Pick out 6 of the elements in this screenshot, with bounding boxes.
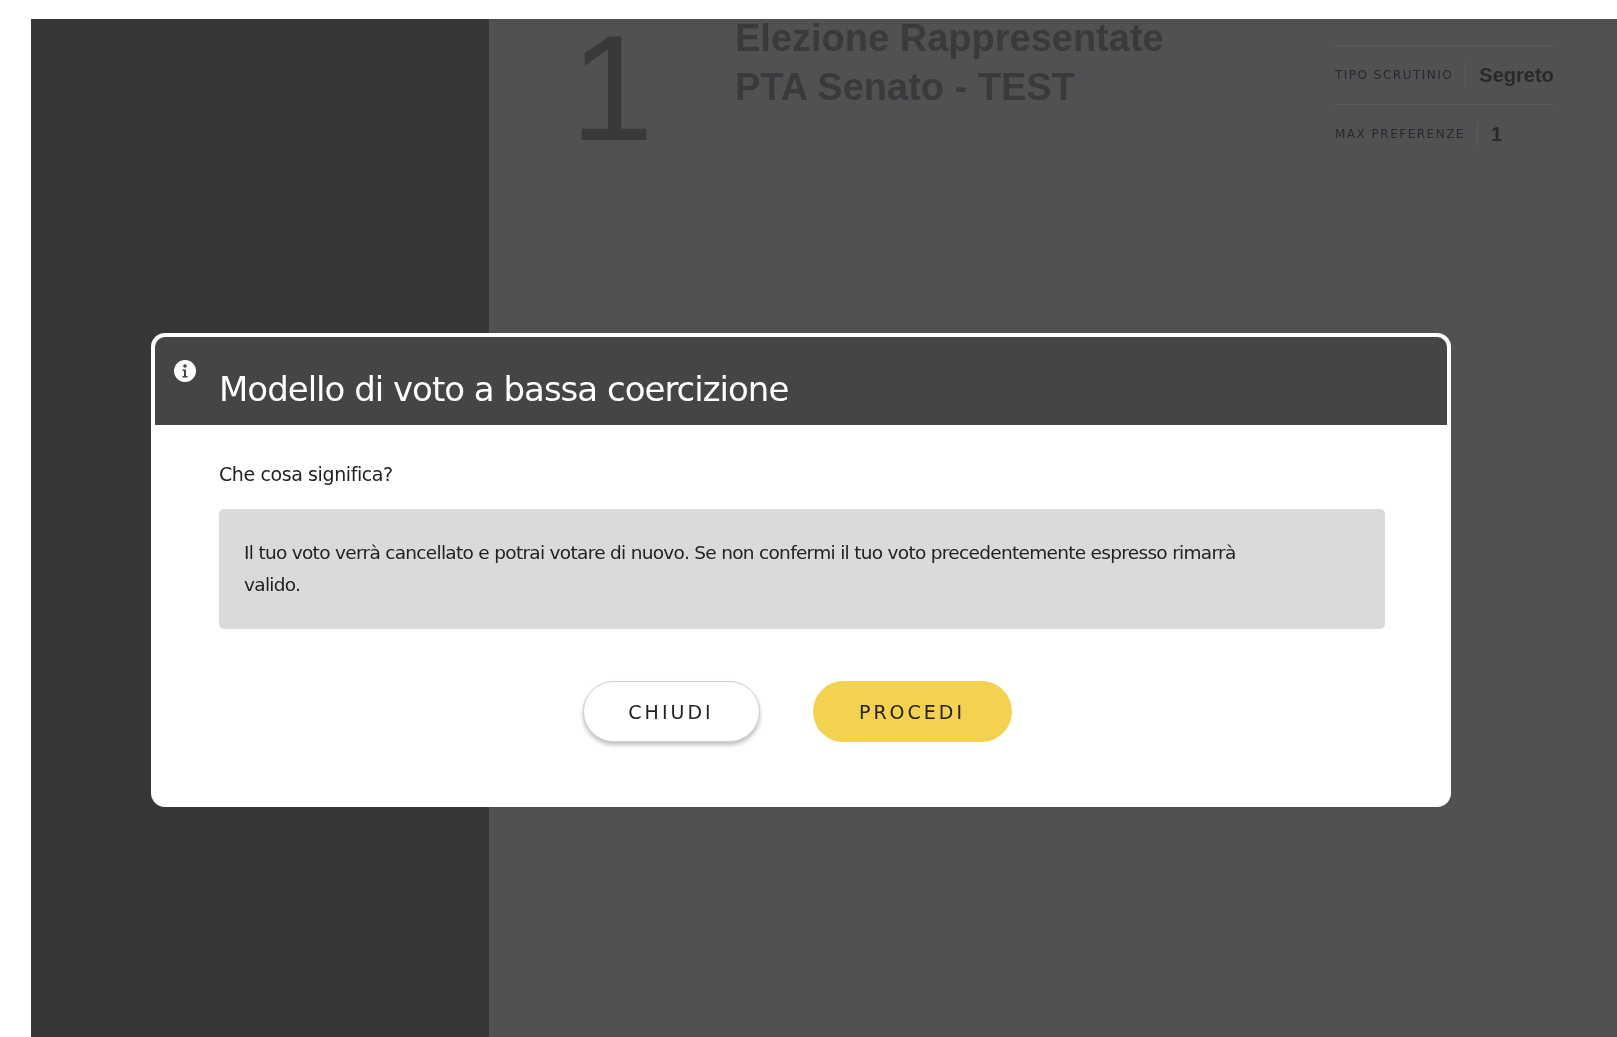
info-icon	[173, 359, 197, 383]
dialog-title: Modello di voto a bassa coercizione	[219, 368, 789, 411]
explanation-text: Il tuo voto verrà cancellato e potrai votare di nuovo. Se non confermi il tuo voto precedentemente espresso rimarrà valido.	[219, 509, 1385, 629]
close-button[interactable]: CHIUDI	[582, 681, 760, 742]
question-text: Che cosa significa?	[219, 463, 394, 485]
proceed-button[interactable]: PROCEDI	[812, 681, 1012, 742]
